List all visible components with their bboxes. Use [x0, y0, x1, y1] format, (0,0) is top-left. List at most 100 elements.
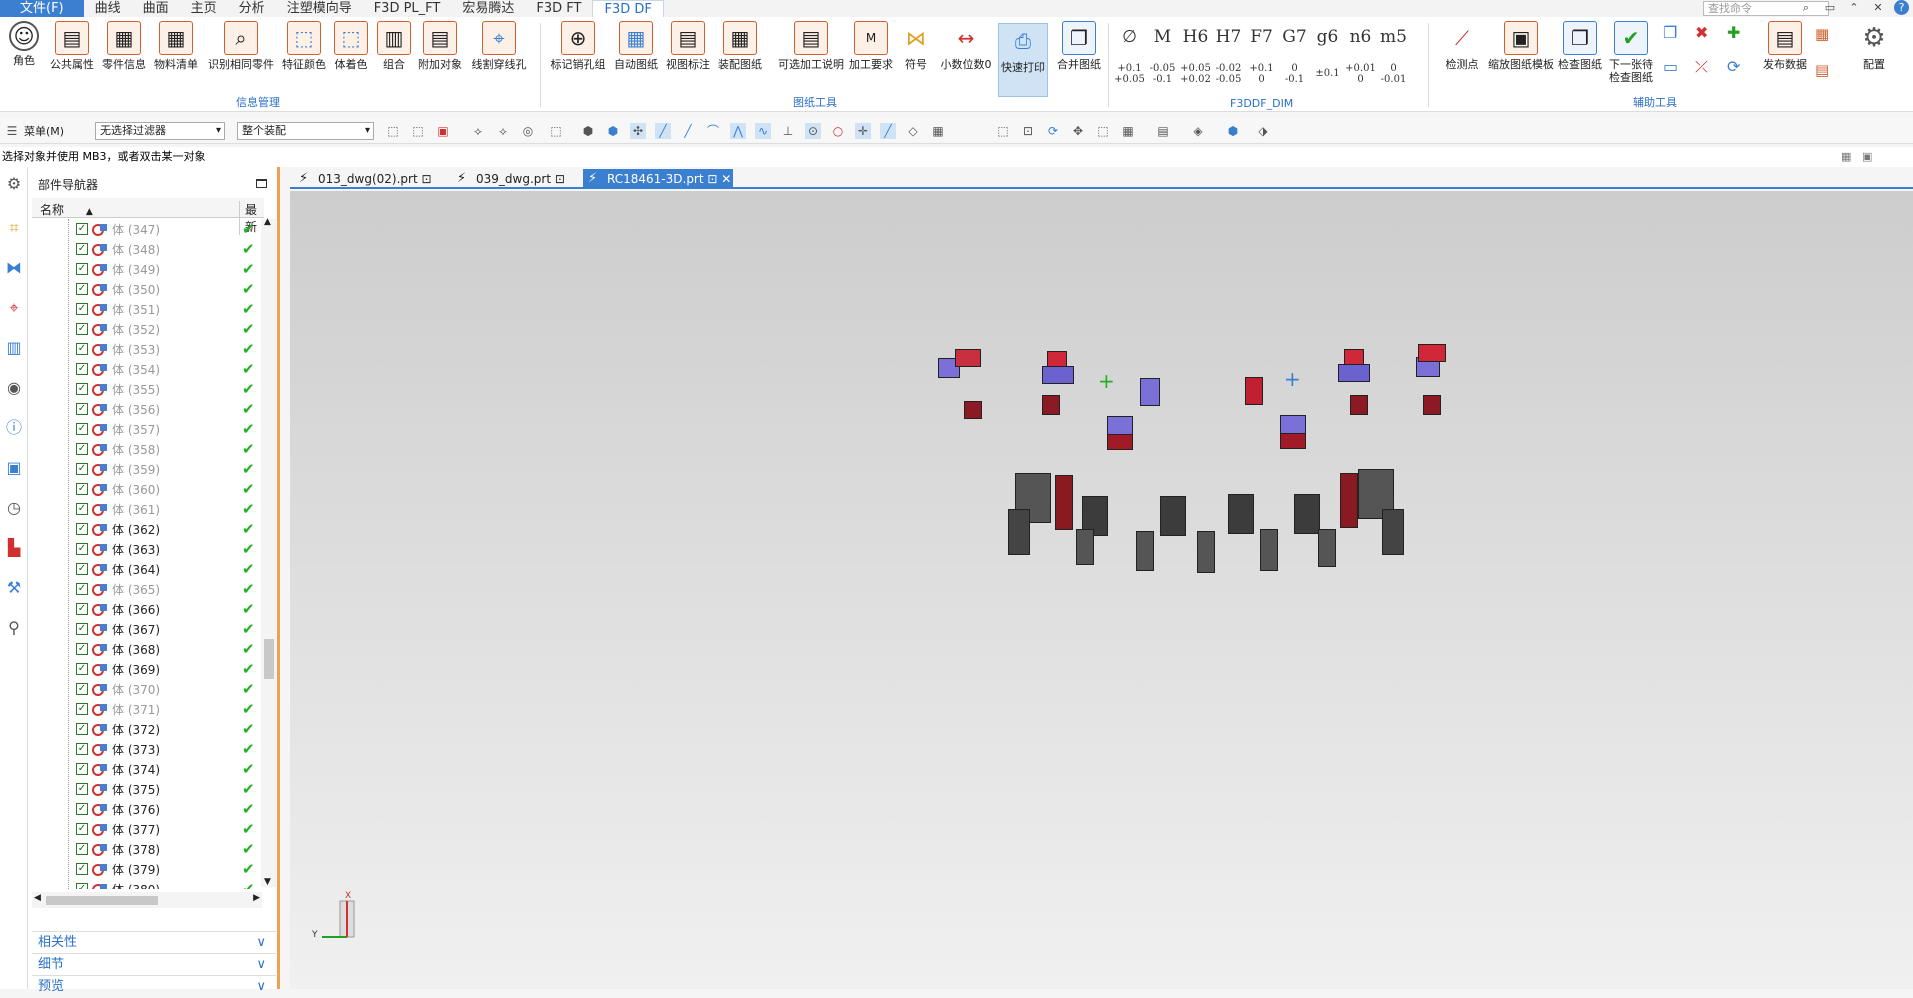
visibility-checkbox[interactable]: ✓	[76, 583, 88, 595]
wave-snap-icon[interactable]: ∿	[755, 123, 771, 139]
auto-drawing-button[interactable]: ▦ 自动图纸	[607, 21, 665, 71]
crosshair-icon[interactable]: ✛	[855, 123, 871, 139]
table-row[interactable]: ✓ 体 (358) ✔	[32, 439, 264, 459]
tolerance-8[interactable]: +0.01 0	[1344, 63, 1377, 85]
visibility-checkbox[interactable]: ✓	[76, 483, 88, 495]
model-block[interactable]	[1140, 378, 1160, 406]
fit-h6[interactable]: H6	[1179, 27, 1212, 47]
table-row[interactable]: ✓ 体 (373) ✔	[32, 739, 264, 759]
menu-icon[interactable]: ☰	[4, 123, 20, 139]
scroll-left-icon[interactable]: ◀	[34, 893, 41, 903]
visibility-checkbox[interactable]: ✓	[76, 803, 88, 815]
visibility-checkbox[interactable]: ✓	[76, 523, 88, 535]
face-snap-icon[interactable]: ◇	[905, 123, 921, 139]
tolerance-3[interactable]: +0.05 +0.02	[1179, 63, 1212, 85]
model-fixture[interactable]	[1008, 509, 1030, 555]
scroll-right-icon[interactable]: ▶	[253, 893, 260, 903]
render-style-icon[interactable]: ▦	[1120, 123, 1136, 139]
fit-f7[interactable]: F7	[1245, 27, 1278, 47]
table-row[interactable]: ✓ 体 (347) ✔	[32, 219, 264, 239]
model-block[interactable]	[1350, 395, 1368, 415]
mark-pin-holes-button[interactable]: ⊕ 标记销孔组	[545, 21, 611, 71]
navigator-hscroll[interactable]: ◀ ▶	[32, 892, 262, 908]
publish-data-button[interactable]: ▤ 发布数据	[1756, 21, 1814, 71]
table-row[interactable]: ✓ 体 (375) ✔	[32, 779, 264, 799]
model-block[interactable]	[1107, 434, 1133, 450]
table-row[interactable]: ✓ 体 (362) ✔	[32, 519, 264, 539]
menu-curve[interactable]: 曲线	[84, 0, 132, 17]
zoom-icon[interactable]: ⊡	[1020, 123, 1036, 139]
hscroll-thumb[interactable]	[46, 896, 158, 905]
model-block[interactable]	[1245, 377, 1263, 405]
table-row[interactable]: ✓ 体 (374) ✔	[32, 759, 264, 779]
part-info-button[interactable]: ▦ 零件信息	[95, 21, 153, 71]
visibility-checkbox[interactable]: ✓	[76, 283, 88, 295]
visibility-checkbox[interactable]: ✓	[76, 863, 88, 875]
remove-line-icon[interactable]: ⤫	[1695, 57, 1708, 77]
model-fixture[interactable]	[1076, 529, 1094, 565]
minimize-icon[interactable]: ⌃	[1846, 0, 1862, 16]
layer-icon[interactable]: ▤	[1155, 123, 1171, 139]
table-row[interactable]: ✓ 体 (351) ✔	[32, 299, 264, 319]
table-row[interactable]: ✓ 体 (360) ✔	[32, 479, 264, 499]
table-row[interactable]: ✓ 体 (348) ✔	[32, 239, 264, 259]
wire-cut-hole-button[interactable]: ⌖ 线割穿线孔	[470, 21, 528, 71]
table-row[interactable]: ✓ 体 (372) ✔	[32, 719, 264, 739]
table-row[interactable]: ✓ 体 (370) ✔	[32, 679, 264, 699]
body-select-icon[interactable]: ⬢	[580, 123, 596, 139]
frame-icon[interactable]: ▭	[1663, 57, 1678, 76]
web-browser-icon[interactable]: ▣	[3, 457, 25, 479]
scroll-thumb[interactable]	[264, 639, 274, 679]
part-navigator-icon[interactable]: ⌖	[3, 297, 25, 319]
decimal-places-button[interactable]: ↔ 小数位数0	[937, 21, 995, 71]
circle-snap-icon[interactable]: ○	[830, 123, 846, 139]
model-block[interactable]	[1280, 433, 1306, 449]
rotate-icon[interactable]: ⟳	[1045, 123, 1061, 139]
grid-snap-icon[interactable]: ▦	[930, 123, 946, 139]
edge-snap-icon[interactable]: ╱	[680, 123, 696, 139]
snap-point-icon[interactable]: ⟡	[495, 123, 511, 139]
assembly-navigator-icon[interactable]: ⌗	[3, 217, 25, 239]
tolerance-7[interactable]: ±0.1	[1311, 68, 1344, 79]
curve-snap-icon[interactable]: ⌒	[705, 123, 721, 139]
visibility-checkbox[interactable]: ✓	[76, 723, 88, 735]
roles-icon[interactable]: ⚲	[3, 617, 25, 639]
maximize-icon[interactable]	[256, 179, 267, 188]
table-row[interactable]: ✓ 体 (369) ✔	[32, 659, 264, 679]
table-row[interactable]: ✓ 体 (352) ✔	[32, 319, 264, 339]
menu-f3d-ft[interactable]: F3D FT	[525, 0, 592, 17]
visibility-checkbox[interactable]: ✓	[76, 463, 88, 475]
tolerance-5[interactable]: +0.1 0	[1245, 63, 1278, 85]
table-row[interactable]: ✓ 体 (376) ✔	[32, 799, 264, 819]
diameter-symbol[interactable]: ∅	[1113, 27, 1146, 47]
select-icon[interactable]: ⬚	[385, 123, 401, 139]
visibility-checkbox[interactable]: ✓	[76, 223, 88, 235]
table-row[interactable]: ✓ 体 (379) ✔	[32, 859, 264, 879]
visibility-checkbox[interactable]: ✓	[76, 503, 88, 515]
visibility-checkbox[interactable]: ✓	[76, 823, 88, 835]
visibility-checkbox[interactable]: ✓	[76, 323, 88, 335]
center-snap-icon[interactable]: ⊙	[805, 123, 821, 139]
tab-rc18461-3d[interactable]: ⚡ RC18461-3D.prt ⊡ ✕	[583, 169, 733, 189]
model-block[interactable]	[1047, 351, 1067, 367]
visibility-checkbox[interactable]: ✓	[76, 403, 88, 415]
table-row[interactable]: ✓ 体 (355) ✔	[32, 379, 264, 399]
graphics-viewport[interactable]: + + X Y	[290, 191, 1913, 989]
visibility-checkbox[interactable]: ✓	[76, 703, 88, 715]
view-manager-icon[interactable]: ◉	[3, 377, 25, 399]
model-fixture[interactable]	[1160, 496, 1186, 536]
table-row[interactable]: ✓ 体 (349) ✔	[32, 259, 264, 279]
sheet-icon[interactable]: ▦	[1815, 25, 1829, 43]
visibility-checkbox[interactable]: ✓	[76, 563, 88, 575]
tolerance-1[interactable]: +0.1 +0.05	[1113, 63, 1146, 85]
table-row[interactable]: ✓ 体 (354) ✔	[32, 359, 264, 379]
visibility-checkbox[interactable]: ✓	[76, 783, 88, 795]
model-fixture[interactable]	[1340, 473, 1358, 528]
table-row[interactable]: ✓ 体 (353) ✔	[32, 339, 264, 359]
view-annotation-button[interactable]: ▤ 视图标注	[659, 21, 717, 71]
table-row[interactable]: ✓ 体 (363) ✔	[32, 539, 264, 559]
vertex-snap-icon[interactable]: ✣	[630, 123, 646, 139]
table-row[interactable]: ✓ 体 (378) ✔	[32, 839, 264, 859]
quick-print-button[interactable]: ⎙ 快速打印	[998, 23, 1048, 97]
table-row[interactable]: ✓ 体 (361) ✔	[32, 499, 264, 519]
